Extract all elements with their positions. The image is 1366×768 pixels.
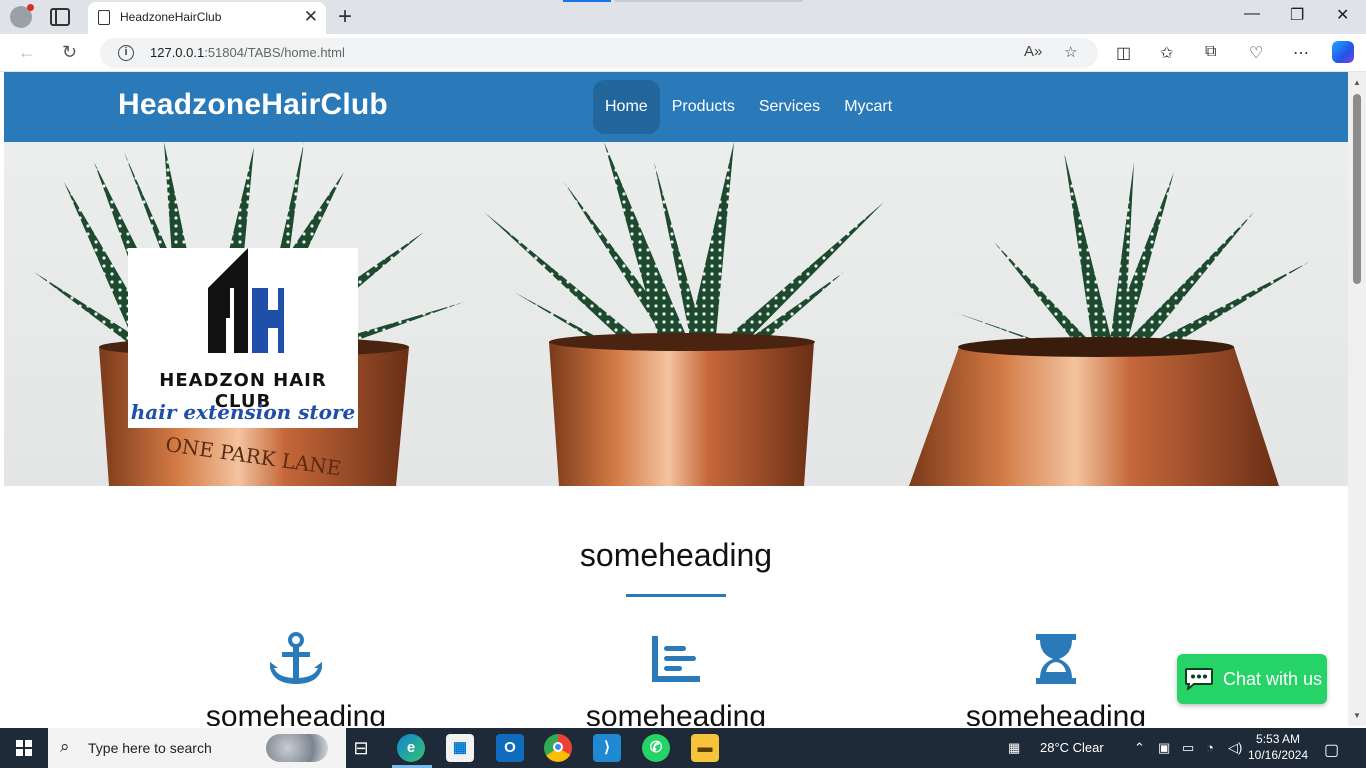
chrome-taskbar-icon[interactable] (544, 734, 572, 762)
url-path: :51804/TABS/home.html (204, 45, 345, 60)
weather-text[interactable]: 28°C Clear (1040, 740, 1104, 755)
site-navbar: HeadzoneHairClub Home Products Services … (4, 72, 1348, 142)
tab-close-icon[interactable]: ✕ (304, 7, 318, 27)
chat-bubble-icon (1185, 668, 1213, 690)
back-icon[interactable]: ← (18, 42, 36, 63)
close-window-icon[interactable]: ✕ (1336, 5, 1349, 25)
site-brand[interactable]: HeadzoneHairClub (118, 88, 388, 122)
browser-tab-bar: HeadzoneHairClub ✕ + — ❐ ✕ (0, 0, 1366, 34)
page-viewport: HeadzoneHairClub Home Products Services … (4, 72, 1348, 726)
read-aloud-icon[interactable]: A» (1024, 43, 1042, 60)
browser-essentials-icon[interactable]: ♡ (1249, 43, 1263, 63)
vscode-taskbar-icon[interactable]: ⟩ (593, 734, 621, 762)
heading-underline (626, 594, 726, 597)
battery-icon[interactable]: ▭ (1182, 740, 1194, 756)
edge-taskbar-icon[interactable]: e (397, 734, 425, 762)
feature-heading: someheading (965, 700, 1147, 726)
outlook-taskbar-icon[interactable]: O (496, 734, 524, 762)
whatsapp-taskbar-icon[interactable]: ✆ (642, 734, 670, 762)
address-bar[interactable]: i 127.0.0.1:51804/TABS/home.html A» ☆ (100, 38, 1098, 68)
file-explorer-taskbar-icon[interactable]: ▬ (691, 734, 719, 762)
notifications-icon[interactable]: ▢ (1324, 740, 1339, 760)
site-info-icon[interactable]: i (118, 45, 134, 61)
collections-icon[interactable]: ⧉ (1205, 43, 1216, 61)
copilot-icon[interactable] (1332, 41, 1354, 63)
taskbar-search[interactable]: ⌕ Type here to search (48, 728, 346, 768)
task-view-icon[interactable]: ⊟ (347, 734, 375, 762)
store-taskbar-icon[interactable]: ▦ (446, 734, 474, 762)
url-text[interactable]: 127.0.0.1:51804/TABS/home.html (150, 45, 345, 60)
minimize-icon[interactable]: — (1244, 5, 1260, 23)
nav-services[interactable]: Services (747, 80, 832, 134)
taskbar-clock[interactable]: 5:53 AM 10/16/2024 (1248, 731, 1308, 763)
browser-tab[interactable]: HeadzoneHairClub ✕ (88, 2, 326, 34)
favorite-star-icon[interactable]: ☆ (1064, 43, 1077, 61)
chat-label: Chat with us (1223, 669, 1323, 689)
address-toolbar: ← ↻ i 127.0.0.1:51804/TABS/home.html A» … (0, 34, 1366, 72)
loading-track (615, 0, 803, 2)
nav-mycart[interactable]: Mycart (832, 80, 904, 134)
windows-start-icon[interactable] (16, 740, 32, 756)
windows-taskbar: ⌕ Type here to search ⊟ e ▦ O ⟩ ✆ ▬ ▦ 28… (0, 728, 1366, 768)
weather-icon[interactable]: ▦ (1008, 740, 1020, 756)
section-heading: someheading (579, 537, 773, 573)
scroll-up-icon[interactable]: ▲ (1353, 78, 1361, 87)
search-placeholder: Type here to search (88, 740, 212, 756)
profile-avatar-icon[interactable] (10, 4, 34, 28)
chat-button[interactable]: Chat with us (1177, 654, 1327, 704)
wifi-icon[interactable]: ◔ (1206, 740, 1214, 755)
hourglass-icon (1036, 634, 1076, 684)
search-icon: ⌕ (60, 737, 70, 756)
url-host: 127.0.0.1 (150, 45, 205, 60)
loading-indicator (563, 0, 611, 2)
search-highlight-icon (266, 734, 328, 762)
restore-icon[interactable]: ❐ (1290, 5, 1304, 25)
feature-heading: someheading (205, 700, 387, 726)
anchor-icon (270, 632, 322, 684)
scroll-down-icon[interactable]: ▼ (1353, 711, 1361, 720)
store-logo: HEADZON HAIR CLUB hair extension store (128, 248, 358, 428)
show-hidden-icons[interactable]: ⌃ (1134, 740, 1145, 756)
feature-heading: someheading (585, 700, 767, 726)
hero-banner: ONE PARK LANE HEADZON HAIR CLUB hair ext… (4, 142, 1348, 486)
feature-card: someheading (556, 632, 796, 726)
tab-actions-icon[interactable] (50, 8, 70, 26)
refresh-icon[interactable]: ↻ (62, 42, 77, 63)
tab-title: HeadzoneHairClub (120, 10, 222, 24)
page-icon (98, 10, 110, 25)
scroll-thumb[interactable] (1353, 94, 1361, 284)
page-scrollbar[interactable]: ▲ ▼ (1348, 72, 1366, 726)
split-screen-icon[interactable]: ◫ (1116, 43, 1131, 63)
volume-icon[interactable]: ◁) (1228, 740, 1242, 756)
feature-card: someheading (936, 632, 1176, 726)
clock-time: 5:53 AM (1256, 732, 1301, 746)
clock-date: 10/16/2024 (1248, 748, 1309, 762)
meet-now-icon[interactable]: ▣ (1158, 740, 1170, 756)
chart-icon (652, 636, 700, 682)
nav-menu: Home Products Services Mycart (593, 80, 904, 134)
nav-products[interactable]: Products (660, 80, 747, 134)
logo-tagline: hair extension store (130, 400, 356, 424)
favorites-icon[interactable]: ✩ (1160, 43, 1173, 63)
nav-home[interactable]: Home (593, 80, 660, 134)
more-menu-icon[interactable]: ⋯ (1293, 43, 1309, 63)
feature-card: someheading (176, 632, 416, 726)
new-tab-icon[interactable]: + (338, 3, 352, 31)
